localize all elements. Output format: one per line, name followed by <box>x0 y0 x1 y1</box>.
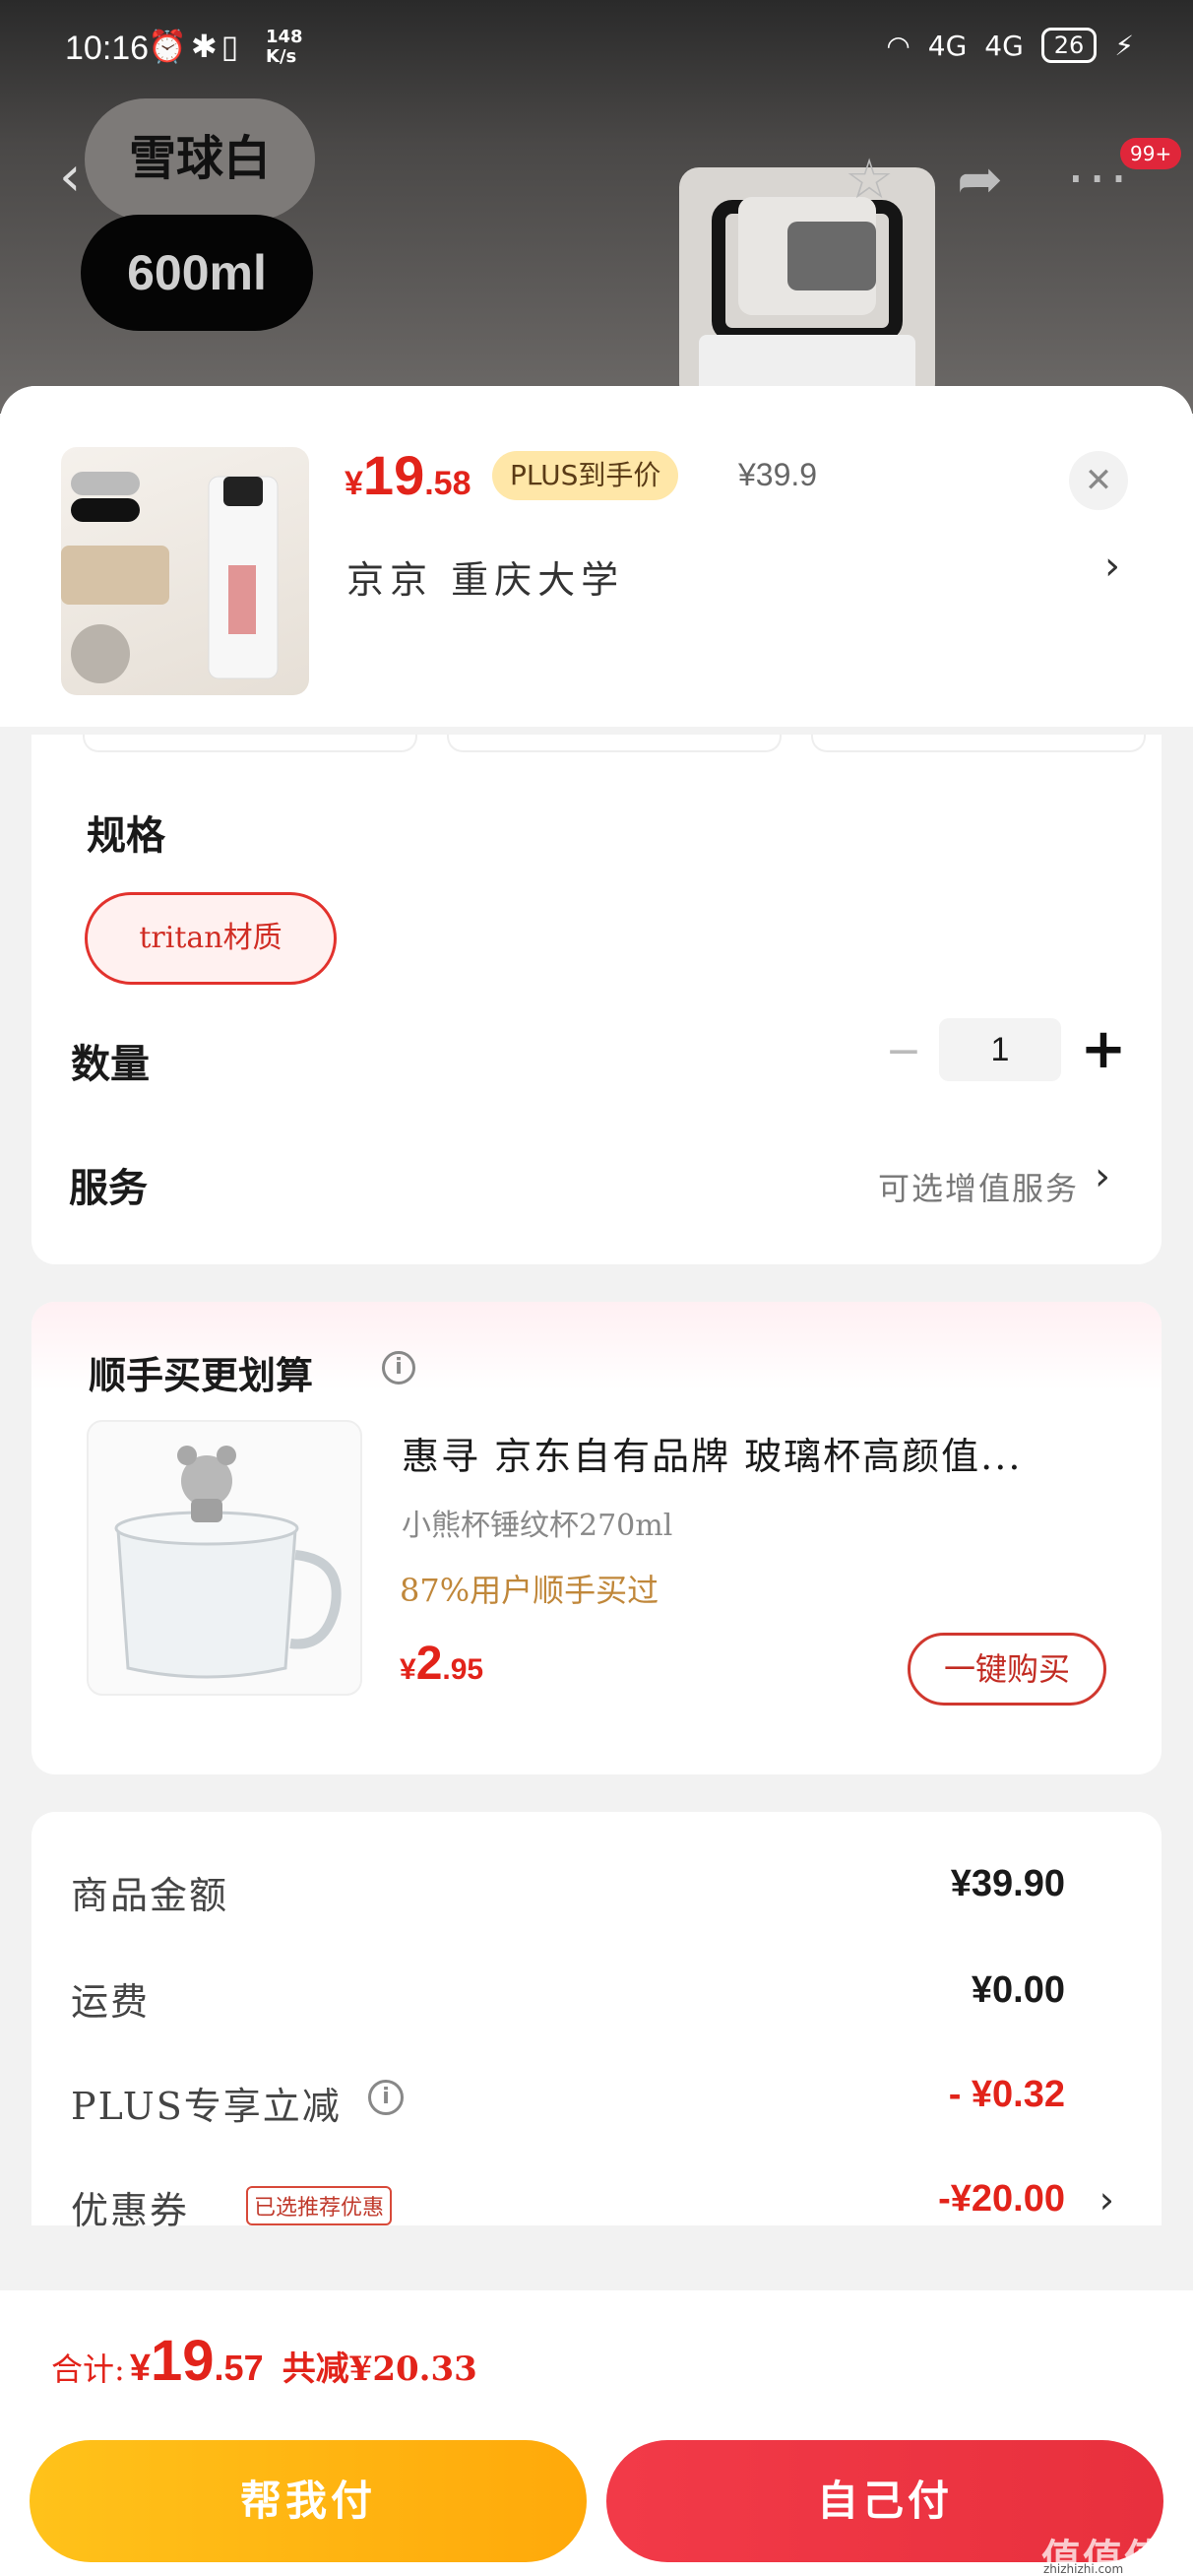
quantity-increase-button[interactable]: + <box>1069 1012 1138 1087</box>
close-icon: ✕ <box>1084 461 1113 500</box>
delivery-address[interactable]: 京京 重庆大学 <box>346 549 624 604</box>
summary-value: - ¥0.32 <box>948 2074 1065 2115</box>
help-me-pay-button[interactable]: 帮我付 <box>30 2440 587 2562</box>
quantity-decrease-button[interactable]: − <box>874 1020 933 1083</box>
product-thumbnail-art <box>61 472 279 683</box>
chevron-right-icon[interactable]: › <box>1099 2178 1114 2222</box>
summary-row-coupon[interactable]: 优惠券 已选推荐优惠 -¥20.00 › <box>71 2170 1114 2239</box>
checkout-bar: 合计: ¥19.57 共减¥20.33 帮我付 自己付 <box>0 2290 1193 2576</box>
quantity-input[interactable]: 1 <box>939 1018 1061 1081</box>
close-button[interactable]: ✕ <box>1069 451 1128 510</box>
price-decimal: .58 <box>424 465 471 502</box>
summary-label: 运费 <box>71 1980 151 2024</box>
network-speed: 148 K/s <box>266 27 303 67</box>
info-icon[interactable]: i <box>368 2080 404 2115</box>
price-integer: 19 <box>362 444 425 506</box>
total-integer: 19 <box>151 2329 215 2393</box>
bottle-cap-image <box>679 167 935 404</box>
original-price: ¥39.9 <box>738 457 818 492</box>
price-integer: 2 <box>415 1638 443 1690</box>
summary-row-plus-discount: PLUS专享立减 i - ¥0.32 <box>71 2066 1114 2135</box>
spec-title: 规格 <box>87 812 165 859</box>
recommend-item-popularity: 87%用户顺手买过 <box>400 1572 659 1609</box>
summary-row-shipping: 运费 ¥0.00 <box>71 1962 1114 2030</box>
signal-1: 4G <box>927 29 968 62</box>
sheet-header: ¥19.58 PLUS到手价 ¥39.9 ✕ 京京 重庆大学 › <box>0 386 1193 727</box>
status-bar: 10:16 ⏰✱▯ 148 K/s ◠ 4G 4G 26 ⚡ <box>0 0 1193 98</box>
total-currency: ¥ <box>129 2348 152 2389</box>
chevron-right-icon[interactable]: › <box>1104 544 1120 589</box>
ghost-chip <box>811 735 1146 752</box>
options-card: 规格 tritan材质 数量 − 1 + 服务 可选增值服务 › <box>31 735 1162 1264</box>
quantity-title: 数量 <box>71 1041 150 1087</box>
status-time: 10:16 <box>65 30 150 67</box>
status-right: ◠ 4G 4G 26 ⚡ <box>886 28 1134 63</box>
wifi-icon: ◠ <box>886 29 910 62</box>
status-icons: ⏰✱▯ <box>148 28 243 65</box>
charging-icon: ⚡ <box>1114 29 1134 62</box>
recommend-card: 顺手买更划算 i 惠寻 京东自有品牌 玻璃杯高颜值... 小熊杯锤纹杯270ml… <box>31 1302 1162 1774</box>
total-decimal: .57 <box>214 2348 264 2388</box>
glass-mug-image <box>114 1446 342 1679</box>
recommend-item-name[interactable]: 惠寻 京东自有品牌 玻璃杯高颜值... <box>402 1426 1110 1480</box>
chevron-right-icon[interactable]: › <box>1095 1154 1110 1199</box>
hidden-chip-row <box>83 735 1165 752</box>
recommend-item-spec: 小熊杯锤纹杯270ml <box>402 1509 673 1543</box>
summary-value: ¥39.90 <box>950 1863 1065 1904</box>
ghost-chip <box>447 735 782 752</box>
summary-value: -¥20.00 <box>938 2178 1065 2220</box>
total-savings: 共减¥20.33 <box>282 2350 477 2389</box>
product-thumbnail <box>61 447 309 695</box>
summary-label: 商品金额 <box>71 1874 229 1917</box>
price-currency: ¥ <box>400 1653 416 1686</box>
notification-badge: 99+ <box>1120 138 1182 169</box>
battery-indicator: 26 <box>1040 28 1098 63</box>
summary-value: ¥0.00 <box>971 1969 1065 2011</box>
recommend-item-price: ¥2.95 <box>400 1637 483 1691</box>
one-click-buy-button[interactable]: 一键购买 <box>908 1633 1106 1706</box>
price-summary-card: 商品金额 ¥39.90 运费 ¥0.00 PLUS专享立减 i - ¥0.32 … <box>31 1812 1162 2232</box>
recommend-title: 顺手买更划算 <box>89 1353 314 1397</box>
service-hint[interactable]: 可选增值服务 <box>878 1164 1079 1209</box>
summary-row-goods: 商品金额 ¥39.90 <box>71 1855 1114 1924</box>
purchase-sheet: ¥19.58 PLUS到手价 ¥39.9 ✕ 京京 重庆大学 › 规格 trit… <box>0 386 1193 2576</box>
size-label-tag: 600ml <box>81 215 313 331</box>
favorite-star-icon[interactable]: ☆ <box>845 148 894 212</box>
spec-option-tritan[interactable]: tritan材质 <box>85 892 337 985</box>
coupon-selected-tag: 已选推荐优惠 <box>246 2186 393 2225</box>
price-decimal: .95 <box>442 1653 484 1686</box>
info-icon[interactable]: i <box>382 1351 415 1385</box>
color-label-tag: 雪球白 <box>85 98 315 221</box>
plus-price-tag: PLUS到手价 <box>492 451 679 500</box>
ghost-chip <box>83 735 417 752</box>
total-label: 合计: <box>51 2351 125 2388</box>
price-currency: ¥ <box>345 465 363 502</box>
site-watermark-url: zhizhizhi.com <box>1043 2562 1124 2576</box>
summary-label: PLUS专享立减 <box>71 2085 342 2128</box>
signal-2: 4G <box>984 29 1024 62</box>
summary-label: 优惠券 <box>71 2189 190 2232</box>
recommend-item-image[interactable] <box>87 1420 362 1696</box>
service-title: 服务 <box>69 1165 148 1211</box>
share-icon[interactable]: ➦ <box>957 148 1003 212</box>
current-price: ¥19.58 <box>345 443 471 507</box>
order-total: 合计: ¥19.57 共减¥20.33 <box>51 2328 477 2394</box>
